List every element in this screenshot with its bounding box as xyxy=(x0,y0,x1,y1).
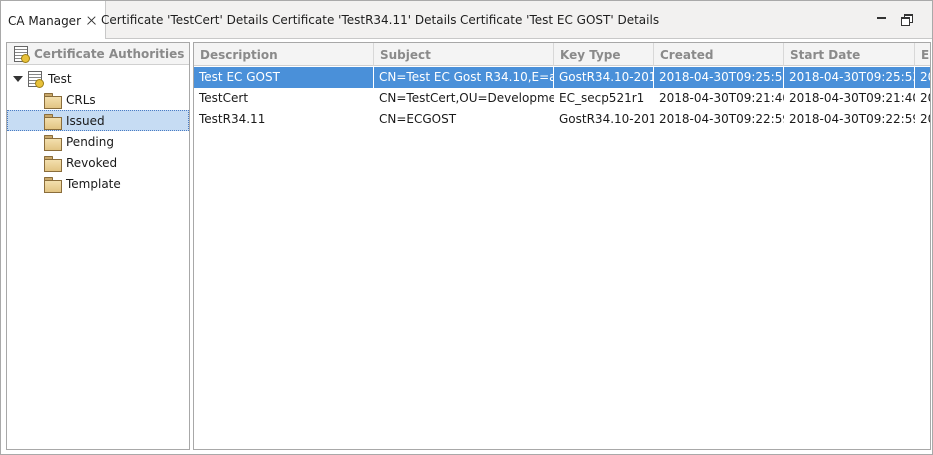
certificates-table: Description Subject Key Type Created Sta… xyxy=(193,42,931,450)
column-header-start-date[interactable]: Start Date xyxy=(784,43,915,66)
maximize-icon[interactable] xyxy=(900,12,914,26)
tab-label: CA Manager xyxy=(8,13,82,28)
column-header-subject[interactable]: Subject xyxy=(374,43,554,66)
folder-icon xyxy=(44,155,62,172)
tab-testcert-details[interactable]: Certificate 'TestCert' Details xyxy=(93,1,276,39)
cell-key-type: GostR34.10-2012 xyxy=(559,112,654,126)
column-header-expiry[interactable]: E xyxy=(915,43,930,66)
cell-description: Test EC GOST xyxy=(194,67,374,88)
cell-description: TestCert xyxy=(199,91,249,105)
editor-tab-bar: CA Manager Certificate 'TestCert' Detail… xyxy=(1,1,932,40)
folder-icon xyxy=(44,92,62,109)
cell-expiry: 20 xyxy=(920,91,930,105)
tree-item-label: Template xyxy=(66,176,121,191)
tree-item-label: CRLs xyxy=(66,92,96,107)
certificate-authority-icon xyxy=(13,45,30,63)
tree-item-label: Test xyxy=(48,71,72,86)
cell-subject: CN=TestCert,OU=Development xyxy=(379,91,554,105)
tab-label: Certificate 'TestCert' Details xyxy=(101,13,269,27)
cell-start-date: 2018-04-30T09:25:53. xyxy=(784,67,915,88)
cell-expiry: 20 xyxy=(920,112,930,126)
cell-subject: CN=ECGOST xyxy=(379,112,457,126)
cell-created: 2018-04-30T09:25:53. xyxy=(654,67,784,88)
cell-created: 2018-04-30T09:22:59. xyxy=(659,112,784,126)
cell-expiry: 20 xyxy=(915,67,930,88)
minimize-icon[interactable] xyxy=(875,12,889,26)
tree-item-test[interactable]: Test xyxy=(7,68,189,89)
column-header-key-type[interactable]: Key Type xyxy=(554,43,654,66)
tree-item-template[interactable]: Template xyxy=(7,173,189,194)
chevron-down-icon[interactable] xyxy=(13,74,23,83)
cell-key-type: EC_secp521r1 xyxy=(559,91,645,105)
tree-item-label: Issued xyxy=(66,113,105,128)
cell-start-date: 2018-04-30T09:22:59. xyxy=(789,112,915,126)
tree-item-issued[interactable]: Issued xyxy=(7,110,189,131)
tab-label: Certificate 'Test EC GOST' Details xyxy=(460,13,660,27)
folder-icon xyxy=(44,176,62,193)
certificate-authority-icon xyxy=(27,70,44,88)
tree-item-label: Revoked xyxy=(66,155,118,170)
tab-label: Certificate 'TestR34.11' Details xyxy=(272,13,457,27)
tree-item-pending[interactable]: Pending xyxy=(7,131,189,152)
cell-description: TestR34.11 xyxy=(199,112,266,126)
tab-test-ec-gost-details[interactable]: Certificate 'Test EC GOST' Details xyxy=(452,1,667,39)
cell-subject: CN=Test EC Gost R34.10,E=a.a@b xyxy=(374,67,554,88)
table-header: Description Subject Key Type Created Sta… xyxy=(194,43,930,66)
column-header-created[interactable]: Created xyxy=(654,43,784,66)
tree-header-label: Certificate Authorities xyxy=(34,46,185,61)
tree-item-label: Pending xyxy=(66,134,114,149)
ca-tree-panel: Certificate Authorities Test CRLs Issued… xyxy=(6,42,190,450)
table-row[interactable]: Test EC GOST CN=Test EC Gost R34.10,E=a.… xyxy=(194,67,930,88)
cell-start-date: 2018-04-30T09:21:40. xyxy=(789,91,915,105)
app-window: CA Manager Certificate 'TestCert' Detail… xyxy=(0,0,933,455)
table-row[interactable]: TestR34.11 CN=ECGOST GostR34.10-2012 201… xyxy=(194,109,930,130)
tab-testr3411-details[interactable]: Certificate 'TestR34.11' Details xyxy=(264,1,464,39)
table-row[interactable]: TestCert CN=TestCert,OU=Development EC_s… xyxy=(194,88,930,109)
folder-icon xyxy=(44,113,62,130)
tab-ca-manager[interactable]: CA Manager xyxy=(1,1,107,40)
column-header-description[interactable]: Description xyxy=(194,43,374,66)
ca-manager-content: Certificate Authorities Test CRLs Issued… xyxy=(1,39,932,454)
tree-header: Certificate Authorities xyxy=(7,43,189,65)
tree-item-crls[interactable]: CRLs xyxy=(7,89,189,110)
cell-created: 2018-04-30T09:21:40. xyxy=(659,91,784,105)
tree-item-revoked[interactable]: Revoked xyxy=(7,152,189,173)
folder-icon xyxy=(44,134,62,151)
cell-key-type: GostR34.10-2012 xyxy=(554,67,654,88)
